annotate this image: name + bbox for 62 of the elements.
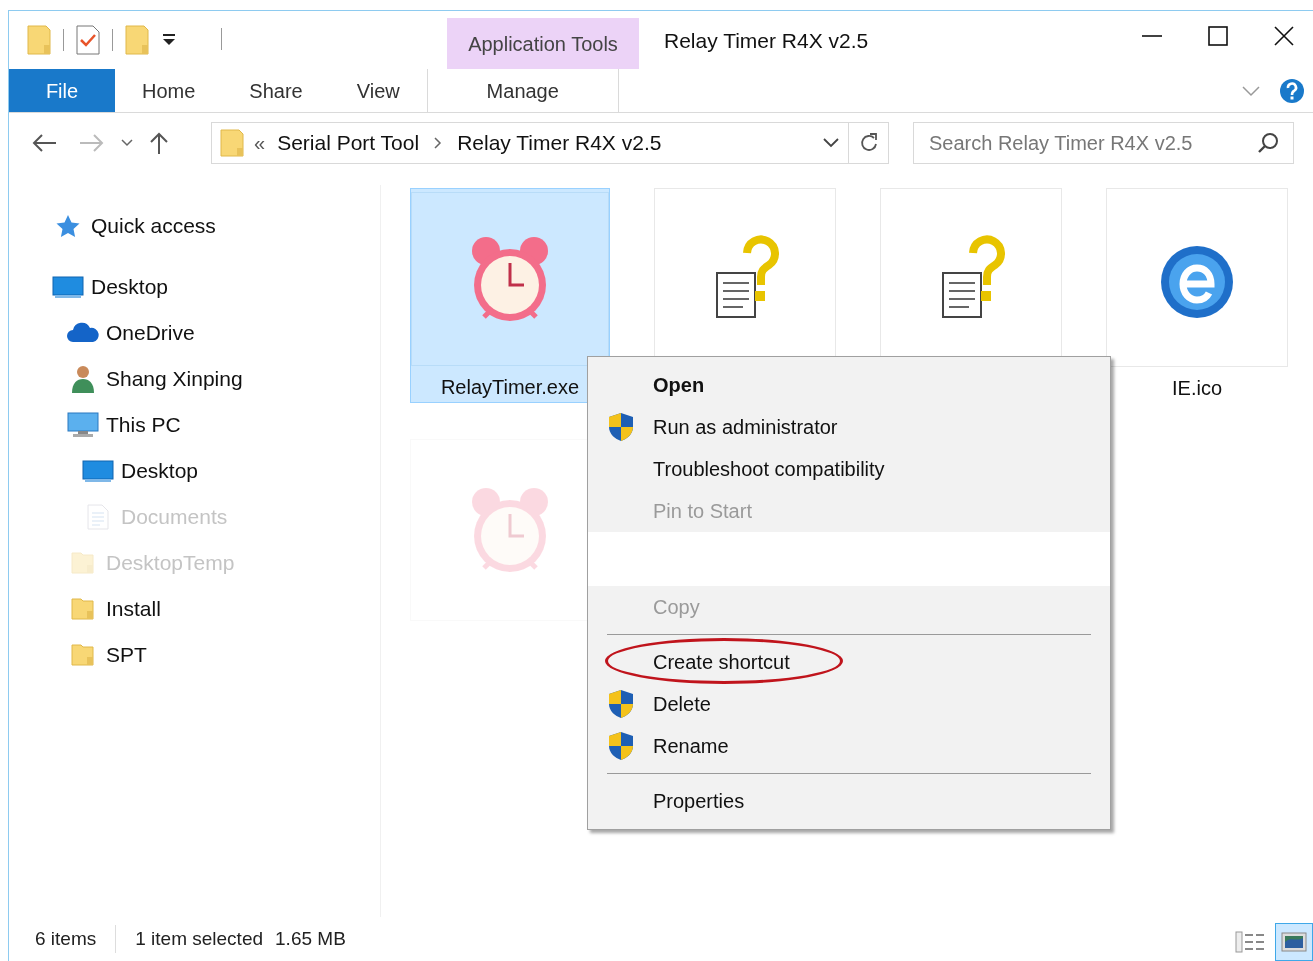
ribbon-tab[interactable]: Share xyxy=(222,69,330,112)
ribbon-tab[interactable]: View xyxy=(329,69,427,112)
menu-item[interactable]: Properties xyxy=(588,780,1110,822)
menu-item[interactable]: Troubleshoot compatibility xyxy=(588,448,1110,490)
folder-icon xyxy=(71,597,95,621)
refresh-icon xyxy=(858,132,879,154)
file-name[interactable]: RelayTimer.exe xyxy=(440,372,580,402)
overflow-chevron[interactable]: « xyxy=(254,128,266,158)
thumbnail-tile[interactable] xyxy=(1106,188,1288,367)
window-title: Relay Timer R4X v2.5 xyxy=(664,28,869,54)
cloud-icon xyxy=(67,322,99,344)
navigation-item[interactable]: SPT xyxy=(106,632,147,678)
close-icon[interactable] xyxy=(1273,25,1295,47)
navigation-item[interactable]: Desktop xyxy=(91,264,169,310)
menu-item[interactable]: Rename xyxy=(588,725,1110,767)
back-arrow-icon[interactable] xyxy=(31,133,57,153)
menu-item[interactable]: Run as administrator xyxy=(588,406,1110,448)
maximize-icon[interactable] xyxy=(1207,25,1229,47)
navigation-item[interactable]: Desktop xyxy=(121,448,199,494)
search-icon xyxy=(1257,132,1279,154)
navigation-item[interactable]: OneDrive xyxy=(106,310,195,356)
person-icon xyxy=(71,365,95,393)
file-name[interactable]: IE.ico xyxy=(1172,373,1222,403)
menu-item[interactable]: Delete xyxy=(588,683,1110,725)
document-icon xyxy=(87,504,109,530)
navigation-item[interactable]: Shang Xinping xyxy=(106,356,243,402)
chevron-down-icon[interactable] xyxy=(121,139,133,147)
help-icon[interactable] xyxy=(1279,77,1305,104)
ribbon-tab[interactable]: Home xyxy=(115,69,223,112)
item-count: 6 items xyxy=(9,924,117,954)
chevron-right-icon xyxy=(433,137,444,149)
dropdown-icon[interactable] xyxy=(161,32,177,48)
monitor-icon xyxy=(82,459,114,483)
folder-icon xyxy=(71,643,95,667)
monitor-icon xyxy=(52,275,84,299)
search-field[interactable]: Search Relay Timer R4X v2.5 xyxy=(913,122,1294,164)
picture-icon xyxy=(1281,932,1307,952)
navigation-item[interactable]: Install xyxy=(106,586,161,632)
chevron-down-icon[interactable] xyxy=(822,137,840,149)
file-size: 1.65 MB xyxy=(274,926,346,951)
file-tab[interactable]: File xyxy=(9,69,115,112)
computer-icon xyxy=(67,412,99,438)
address-bar[interactable]: « Serial Port Tool Relay Timer R4X v2.5 xyxy=(211,122,849,164)
selected-file-item[interactable]: RelayTimer.exe xyxy=(410,188,610,403)
checklist-icon[interactable] xyxy=(76,25,100,55)
shield-icon xyxy=(606,731,635,761)
shield-icon xyxy=(606,412,635,442)
breadcrumb-item[interactable]: Relay Timer R4X v2.5 xyxy=(457,127,662,159)
folder-icon xyxy=(71,551,95,575)
contextual-tab-header: Application Tools xyxy=(447,18,639,69)
up-arrow-icon[interactable] xyxy=(149,131,169,155)
refresh-button[interactable] xyxy=(849,122,889,164)
large-icons-view-button[interactable] xyxy=(1275,923,1313,961)
star-icon xyxy=(55,214,81,238)
navigation-item[interactable]: This PC xyxy=(106,402,181,448)
folder-icon xyxy=(220,129,244,157)
menu-item[interactable]: Create shortcut xyxy=(588,641,1110,683)
selection-status: 1 item selected xyxy=(134,926,264,951)
shield-icon xyxy=(606,689,635,719)
breadcrumb-item[interactable]: Serial Port Tool xyxy=(277,127,420,159)
details-list-icon xyxy=(1235,931,1265,953)
navigation-item[interactable]: Quick access xyxy=(91,203,216,249)
